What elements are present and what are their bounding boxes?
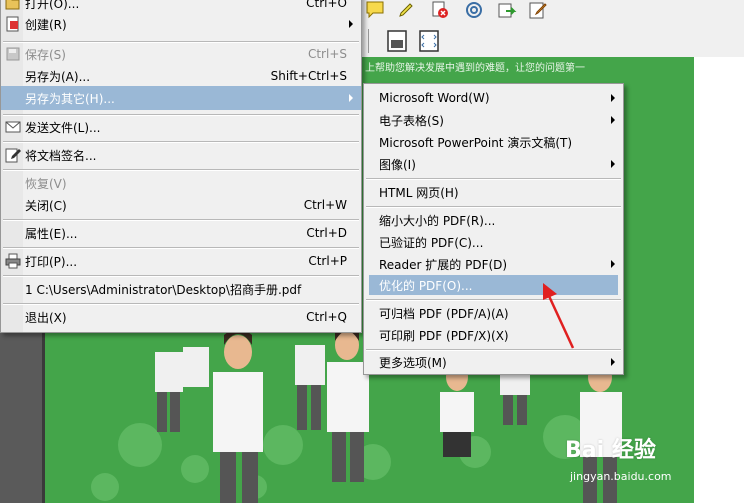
menu-item-exit[interactable]: 退出(X) Ctrl+Q [1,305,361,329]
sign-pen-icon [5,148,21,163]
menu-item-label: 另存为其它(H)... [25,91,115,106]
view-toolbar [360,25,744,58]
submenu-arrow-icon [611,160,615,168]
edit-icon[interactable] [528,0,548,20]
submenu-item-reduced-pdf[interactable]: 缩小大小的 PDF(R)... [364,208,623,232]
menu-item-label: 发送文件(L)... [25,120,101,135]
submenu-arrow-icon [349,94,353,102]
submenu-item-reader-extended-pdf[interactable]: Reader 扩展的 PDF(D) [364,252,623,276]
submenu-item-certified-pdf[interactable]: 已验证的 PDF(C)... [364,230,623,254]
menu-item-label: 可归档 PDF (PDF/A)(A) [379,306,509,321]
submenu-arrow-icon [611,116,615,124]
create-document-icon [6,16,19,32]
menu-item-properties[interactable]: 属性(E)... Ctrl+D [1,221,361,245]
menu-item-label: 将文档签名... [25,148,97,163]
file-menu: 打开(O)... Ctrl+O 创建(R) 保存(S) Ctrl+S 另存为(A… [0,0,362,333]
menu-item-create[interactable]: 创建(R) [1,12,361,36]
comment-icon[interactable] [365,0,385,20]
menu-item-label: 打开(O)... [25,0,80,11]
menu-item-label: 创建(R) [25,17,67,32]
menu-item-label: Microsoft PowerPoint 演示文稿(T) [379,135,573,150]
menu-item-label: Microsoft Word(W) [379,91,490,105]
submenu-item-word[interactable]: Microsoft Word(W) [364,86,623,110]
menu-item-label: 缩小大小的 PDF(R)... [379,213,496,228]
menu-item-label: 退出(X) [25,310,67,325]
fit-width-icon[interactable] [418,30,440,52]
watermark-logo: Bai 经验 [565,438,656,463]
folder-open-icon [5,0,20,10]
menu-item-save-as[interactable]: 另存为(A)... Shift+Ctrl+S [1,64,361,88]
printer-icon [5,253,21,269]
save-disk-icon [6,47,20,61]
menu-item-label: 已验证的 PDF(C)... [379,235,484,250]
menu-item-send-file[interactable]: 发送文件(L)... [1,115,361,139]
menu-item-save-as-other[interactable]: 另存为其它(H)... [1,86,361,110]
menu-item-shortcut: Ctrl+P [308,254,347,268]
menu-item-close[interactable]: 关闭(C) Ctrl+W [1,193,361,217]
menu-item-recent-file[interactable]: 1 C:\Users\Administrator\Desktop\招商手册.pd… [1,277,361,301]
menu-item-label: 保存(S) [25,47,66,62]
menu-item-shortcut: Ctrl+S [307,47,347,61]
menu-item-label: 另存为(A)... [25,69,91,84]
menu-item-label: 关闭(C) [25,198,67,213]
person-figure-1 [213,329,263,503]
submenu-item-image[interactable]: 图像(I) [364,152,623,176]
menu-item-revert[interactable]: 恢复(V) [1,171,361,195]
submenu-arrow-icon [349,20,353,28]
submenu-arrow-icon [611,94,615,102]
menu-item-label: 电子表格(S) [379,113,444,128]
menu-item-label: 属性(E)... [25,226,78,241]
submenu-arrow-icon [611,358,615,366]
submenu-item-powerpoint[interactable]: Microsoft PowerPoint 演示文稿(T) [364,130,623,154]
navigation-pane [0,330,42,503]
menu-item-label: 可印刷 PDF (PDF/X)(X) [379,328,509,343]
delete-icon[interactable] [430,0,450,20]
menu-item-label: 图像(I) [379,157,416,172]
menu-item-label: 更多选项(M) [379,355,447,370]
menu-item-label: 1 C:\Users\Administrator\Desktop\招商手册.pd… [25,282,302,297]
submenu-item-spreadsheet[interactable]: 电子表格(S) [364,108,623,132]
menu-item-shortcut: Ctrl+W [303,198,347,212]
menu-item-label: 优化的 PDF(O)... [379,278,473,293]
menu-item-shortcut: Ctrl+D [306,226,347,240]
menu-item-label: Reader 扩展的 PDF(D) [379,257,508,272]
envelope-icon [5,121,21,133]
menu-item-label: HTML 网页(H) [379,185,459,200]
annotation-arrow-icon [543,283,575,349]
watermark-url: jingyan.baidu.com [570,470,672,483]
menu-item-shortcut: Ctrl+O [306,0,347,10]
share-icon[interactable] [497,0,517,20]
menu-item-save[interactable]: 保存(S) Ctrl+S [1,42,361,66]
menu-item-label: 打印(P)... [25,254,78,269]
attach-icon[interactable] [464,0,484,20]
submenu-arrow-icon [611,260,615,268]
menu-item-shortcut: Shift+Ctrl+S [270,69,347,83]
page-margin [694,57,744,503]
menu-item-label: 恢复(V) [25,176,67,191]
menu-item-sign-document[interactable]: 将文档签名... [1,143,361,167]
person-figure-3 [440,363,474,457]
fit-page-icon[interactable] [386,30,408,52]
highlight-pen-icon[interactable] [396,0,416,20]
menu-item-shortcut: Ctrl+Q [306,310,347,324]
menu-item-print[interactable]: 打印(P)... Ctrl+P [1,249,361,273]
submenu-item-html[interactable]: HTML 网页(H) [364,180,623,204]
